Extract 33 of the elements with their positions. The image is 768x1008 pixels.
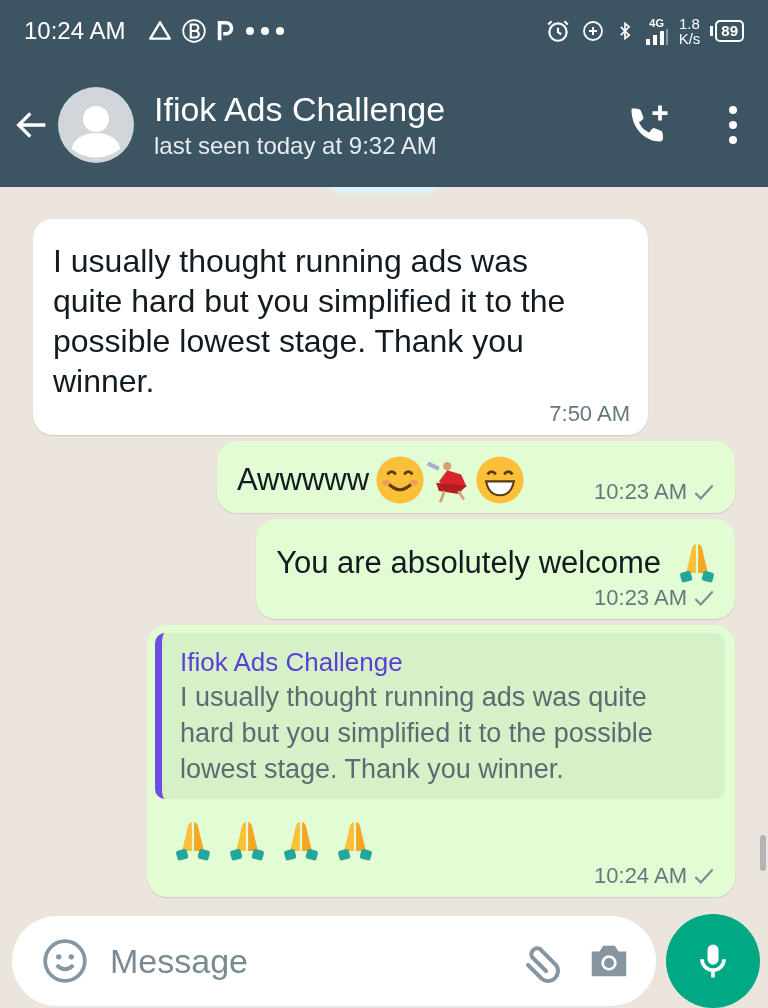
battery-level: 89 (715, 20, 744, 42)
praying-hands-icon (677, 541, 717, 585)
quoted-message[interactable]: Ifiok Ads Challenge I usually thought running ads was quite hard but you simplified it to the possible lowest stage. Thank you winner. (155, 633, 725, 799)
contact-name[interactable]: Ifiok Ads Challenge (154, 87, 618, 130)
signal-icon (644, 28, 669, 45)
praying-hands-icon (281, 819, 321, 863)
speed-value: 1.8 (679, 16, 700, 31)
smiling-face-icon (375, 455, 426, 505)
network-label: 4G (649, 17, 664, 29)
last-seen-text: last seen today at 9:32 AM (154, 130, 438, 161)
scroll-thumb[interactable] (760, 835, 766, 871)
message-text: Awwwww (237, 461, 370, 499)
quote-text: I usually thought running ads was quite hard but you simplified it to the possible lowest stage. Thank you winner. (180, 681, 654, 786)
praying-hands-icon (173, 819, 213, 863)
message-time: 10:23 AM (594, 479, 687, 505)
message-field[interactable]: Message (12, 916, 656, 1006)
more-options-icon[interactable] (728, 104, 738, 145)
emoji-icon[interactable] (40, 936, 90, 986)
quote-author: Ifiok Ads Challenge (180, 646, 404, 679)
praying-hands-icon (227, 819, 267, 863)
speed-unit: K/s (678, 31, 701, 46)
praying-hands-icon (335, 819, 375, 863)
circled-b-icon (181, 18, 208, 44)
message-text: You are absolutely welcome (276, 544, 661, 582)
grinning-face-icon (475, 455, 526, 505)
message-time: 10:24 AM (594, 863, 687, 889)
plus-circle-icon (580, 19, 605, 43)
message-time: 7:50 AM (549, 401, 630, 427)
more-dots-icon (245, 26, 286, 36)
message-time: 10:23 AM (594, 585, 687, 611)
avatar[interactable] (58, 86, 134, 163)
clock-time: 10:24 AM (24, 17, 126, 45)
message-text: I usually thought running ads was quite hard but you simplified it to the possible lowest stage. Thank you winner. (53, 242, 567, 401)
